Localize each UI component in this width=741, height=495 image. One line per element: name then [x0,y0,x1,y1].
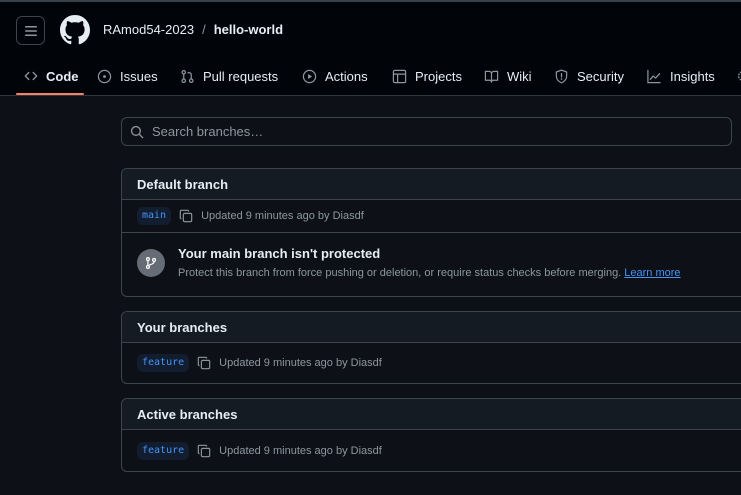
active-branch-row: feature Updated 9 minutes ago by Diasdf [122,430,741,471]
your-branches-box: Your branches feature Updated 9 minutes … [121,311,741,384]
active-branches-box: Active branches feature Updated 9 minute… [121,398,741,472]
protection-description: Protect this branch from force pushing o… [178,267,681,279]
copy-icon[interactable] [197,356,211,370]
tab-insights[interactable]: Insights [646,56,715,96]
branch-name-link[interactable]: feature [137,441,190,460]
search-input[interactable] [152,124,712,139]
play-icon [302,69,317,83]
branch-protection-notice: Your main branch isn't protected Protect… [122,232,741,295]
tab-security-label: Security [577,68,624,84]
menu-button[interactable] [16,16,45,45]
branch-updated-text: Updated 9 minutes ago by Diasdf [219,444,382,457]
tab-code[interactable]: Code [24,56,79,96]
breadcrumb: RAmod54-2023 / hello-world [103,22,283,37]
branch-name-link[interactable]: feature [137,354,190,372]
active-branches-heading: Active branches [122,399,741,430]
protection-description-text: Protect this branch from force pushing o… [178,267,622,279]
search-icon [130,125,144,138]
tab-issues-label: Issues [120,68,158,84]
default-branch-box: Default branch main Updated 9 minutes ag… [121,168,741,297]
tab-wiki-label: Wiki [507,68,532,84]
tab-actions[interactable]: Actions [302,56,368,96]
copy-icon[interactable] [179,209,193,223]
tab-insights-label: Insights [670,68,715,84]
your-branch-row: feature Updated 9 minutes ago by Diasdf [122,343,741,383]
protection-title: Your main branch isn't protected [178,246,381,261]
branch-name-link[interactable]: main [137,207,172,225]
learn-more-link[interactable]: Learn more [624,267,680,279]
branch-updated-text: Updated 9 minutes ago by Diasdf [219,357,382,369]
branch-search[interactable] [121,117,732,146]
tab-projects-label: Projects [415,68,462,84]
breadcrumb-separator: / [202,22,206,37]
github-logo-icon[interactable] [60,15,90,45]
issue-opened-icon [97,69,112,83]
git-branch-icon [137,249,165,277]
tab-pull-requests[interactable]: Pull requests [180,56,278,96]
default-branch-row: main Updated 9 minutes ago by Diasdf [122,200,741,232]
tab-wiki[interactable]: Wiki [484,56,532,96]
tab-issues[interactable]: Issues [97,56,158,96]
hamburger-icon [24,25,37,36]
breadcrumb-repo[interactable]: hello-world [214,22,283,37]
repo-header: RAmod54-2023 / hello-world Code Issues P… [0,2,741,96]
active-tab-indicator [16,93,84,95]
tab-pull-requests-label: Pull requests [203,68,279,84]
default-branch-heading: Default branch [122,169,741,200]
code-icon [24,71,38,81]
tab-settings-partial[interactable] [736,56,741,96]
your-branches-heading: Your branches [122,312,741,343]
tab-security[interactable]: Security [554,56,624,96]
table-icon [392,69,407,83]
git-pull-request-icon [181,69,194,83]
book-icon [484,70,499,83]
repo-nav: Code Issues Pull requests Actions Projec… [0,56,741,96]
branch-updated-text: Updated 9 minutes ago by Diasdf [201,210,364,222]
tab-projects[interactable]: Projects [392,56,462,96]
graph-icon [647,69,661,83]
breadcrumb-owner[interactable]: RAmod54-2023 [103,22,194,37]
shield-icon [555,69,568,83]
copy-icon[interactable] [197,444,211,458]
gear-icon [737,71,741,81]
tab-code-label: Code [46,68,79,84]
tab-actions-label: Actions [325,68,368,84]
